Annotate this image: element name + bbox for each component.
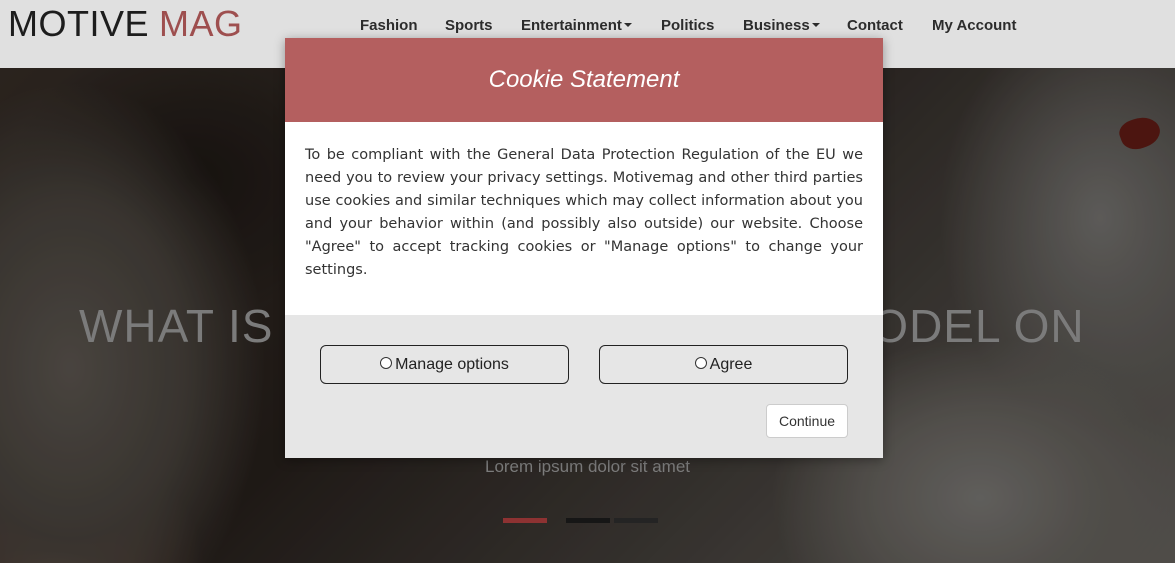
manage-options-button[interactable]: Manage options [320,345,569,384]
nav-item-sports[interactable]: Sports [445,17,493,34]
carousel-indicator[interactable] [566,518,610,523]
nav-item-business[interactable]: Business [743,17,820,34]
hero-subtitle: Lorem ipsum dolor sit amet [484,457,691,476]
nav-item-label: Fashion [360,17,418,34]
continue-button[interactable]: Continue [766,404,848,438]
nav-item-label: Business [743,17,810,34]
nav-item-my-account[interactable]: My Account [932,17,1016,34]
cookie-dialog: Cookie Statement To be compliant with th… [285,38,883,458]
cookie-dialog-title: Cookie Statement [488,66,680,93]
nav-item-fashion[interactable]: Fashion [360,17,418,34]
cookie-dialog-text: To be compliant with the General Data Pr… [305,147,863,278]
nav-item-label: Politics [661,17,715,34]
hero-title-left: WHAT IS I [79,300,301,352]
nav-item-contact[interactable]: Contact [847,17,903,34]
nav-item-label: My Account [932,17,1017,34]
chevron-down-icon [623,23,632,27]
carousel-indicator[interactable] [503,518,547,523]
agree-label: Agree [709,355,753,373]
nav-item-label: Entertainment [521,17,622,34]
chevron-down-icon [811,23,820,27]
nav-item-label: Contact [847,17,903,34]
cookie-dialog-header: Cookie Statement [285,38,883,122]
logo-text-mag: MAG [159,3,243,44]
agree-button[interactable]: Agree [599,345,848,384]
nav-item-politics[interactable]: Politics [661,17,714,34]
nav-item-entertainment[interactable]: Entertainment [521,17,632,34]
radio-icon [380,357,393,369]
carousel-indicator[interactable] [614,518,658,523]
nav-item-label: Sports [445,17,493,34]
manage-options-label: Manage options [395,355,509,373]
site-logo[interactable]: MOTIVE MAG [8,4,243,44]
logo-text-motive: MOTIVE [8,3,150,44]
radio-icon [694,357,707,369]
cookie-dialog-footer: Manage options Agree Continue [285,315,883,458]
